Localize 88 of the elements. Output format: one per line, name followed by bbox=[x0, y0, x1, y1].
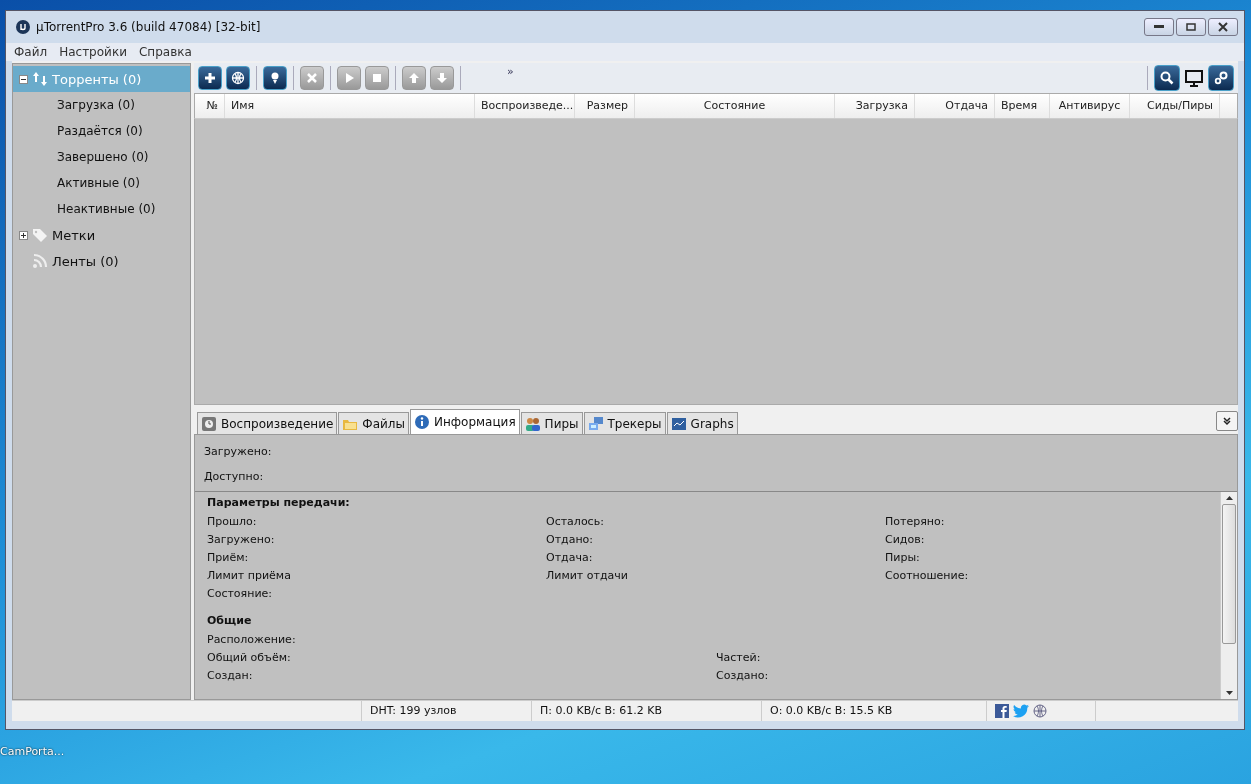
search-icon bbox=[1159, 70, 1175, 86]
plus-button[interactable] bbox=[198, 66, 222, 90]
field-label: Лимит приёма bbox=[207, 569, 292, 582]
sidebar-item[interactable]: Активные (0) bbox=[13, 170, 190, 196]
tab[interactable]: Graphs bbox=[666, 412, 738, 434]
globe-icon[interactable] bbox=[1033, 704, 1047, 718]
scrollbar[interactable] bbox=[1220, 492, 1237, 699]
field-label: Пиры: bbox=[885, 551, 921, 564]
scroll-down-icon bbox=[1225, 691, 1233, 696]
tab[interactable]: Пиры bbox=[520, 412, 583, 434]
sidebar-item[interactable]: Раздаётся (0) bbox=[13, 118, 190, 144]
field-label: Общий объём: bbox=[207, 651, 292, 664]
expand-icon[interactable] bbox=[19, 230, 28, 240]
bulb-button[interactable] bbox=[263, 66, 287, 90]
window-title: µTorrentPro 3.6 (build 47084) [32-bit] bbox=[36, 20, 261, 34]
sidebar-item[interactable]: Метки bbox=[13, 222, 190, 248]
up-down-arrows-icon bbox=[32, 71, 48, 87]
maximize-button[interactable] bbox=[1176, 18, 1206, 36]
column-header[interactable]: Имя bbox=[225, 94, 475, 118]
monitor-icon[interactable] bbox=[1184, 68, 1204, 88]
column-header[interactable]: Воспроизведе... bbox=[475, 94, 575, 118]
globe-icon bbox=[230, 70, 246, 86]
field-label: Отдача: bbox=[546, 551, 594, 564]
collapse-icon[interactable] bbox=[19, 74, 28, 84]
computers-icon bbox=[587, 415, 604, 432]
sidebar-item[interactable]: Завершено (0) bbox=[13, 144, 190, 170]
graph-icon bbox=[670, 415, 687, 432]
tab[interactable]: Воспроизведение bbox=[197, 412, 338, 434]
tab[interactable]: Информация bbox=[409, 409, 520, 434]
field-label: Создан: bbox=[207, 669, 254, 682]
field-label: Сидов: bbox=[885, 533, 926, 546]
field-label: Загружено: bbox=[204, 445, 273, 458]
overflow-chevron[interactable]: » bbox=[507, 65, 514, 78]
close-icon bbox=[1218, 22, 1228, 32]
menu-item[interactable]: Файл bbox=[14, 43, 48, 61]
column-header[interactable]: Загрузка bbox=[835, 94, 915, 118]
sidebar-item[interactable]: Загрузка (0) bbox=[13, 92, 190, 118]
maximize-icon bbox=[1186, 23, 1196, 31]
collapse-button[interactable] bbox=[1216, 411, 1238, 431]
plus-icon bbox=[202, 70, 218, 86]
scroll-up-icon bbox=[1225, 495, 1233, 500]
globe-button[interactable] bbox=[226, 66, 250, 90]
column-header[interactable]: Размер bbox=[575, 94, 635, 118]
minimize-icon bbox=[1154, 25, 1164, 29]
field-label: Потеряно: bbox=[885, 515, 946, 528]
minimize-button[interactable] bbox=[1144, 18, 1174, 36]
menu-item[interactable]: Справка bbox=[138, 43, 192, 61]
section-title: Общие bbox=[207, 614, 253, 627]
status-text: П: 0.0 KB/с В: 61.2 KB bbox=[532, 701, 762, 721]
field-label: Прошло: bbox=[207, 515, 258, 528]
field-label: Лимит отдачи bbox=[546, 569, 629, 582]
field-label: Осталось: bbox=[546, 515, 605, 528]
double-chevron-icon bbox=[1222, 416, 1232, 426]
sidebar-item[interactable]: Ленты (0) bbox=[13, 248, 190, 274]
status-text: О: 0.0 KB/с В: 15.5 KB bbox=[762, 701, 987, 721]
app-logo-icon bbox=[16, 20, 30, 34]
field-label: Загружено: bbox=[207, 533, 276, 546]
field-label: Соотношение: bbox=[885, 569, 970, 582]
column-header[interactable]: № bbox=[195, 94, 225, 118]
info-icon bbox=[413, 414, 430, 430]
tab[interactable]: Трекеры bbox=[583, 412, 666, 434]
field-label: Состояние: bbox=[207, 587, 274, 600]
section-title: Параметры передачи: bbox=[207, 496, 351, 509]
field-label: Частей: bbox=[716, 651, 762, 664]
field-label: Доступно: bbox=[204, 470, 265, 483]
column-header[interactable]: Сиды/Пиры bbox=[1130, 94, 1220, 118]
column-header[interactable]: Время bbox=[995, 94, 1050, 118]
menu-item[interactable]: Настройки bbox=[59, 43, 127, 61]
field-label: Отдано: bbox=[546, 533, 595, 546]
scroll-thumb[interactable] bbox=[1222, 504, 1236, 644]
search-button[interactable] bbox=[1154, 65, 1180, 91]
tab[interactable]: Файлы bbox=[338, 412, 409, 434]
close-button[interactable] bbox=[1208, 18, 1238, 36]
status-text: DHT: 199 узлов bbox=[362, 701, 532, 721]
gears-icon bbox=[1213, 70, 1229, 86]
field-label: Создано: bbox=[716, 669, 770, 682]
field-label: Расположение: bbox=[207, 633, 297, 646]
column-header[interactable]: Антивирус bbox=[1050, 94, 1130, 118]
people-icon bbox=[524, 415, 541, 432]
field-label: Приём: bbox=[207, 551, 250, 564]
sidebar-item[interactable]: Неактивные (0) bbox=[13, 196, 190, 222]
clock-icon bbox=[201, 415, 217, 432]
column-header[interactable]: Отдача bbox=[915, 94, 995, 118]
settings-button[interactable] bbox=[1208, 65, 1234, 91]
column-header[interactable]: Состояние bbox=[635, 94, 835, 118]
rss-icon bbox=[32, 253, 48, 269]
tag-icon bbox=[32, 227, 48, 243]
facebook-icon[interactable] bbox=[995, 704, 1009, 718]
